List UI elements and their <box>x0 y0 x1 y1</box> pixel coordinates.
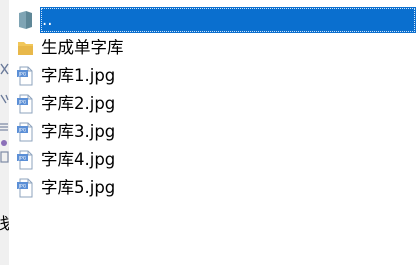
list-item-folder[interactable]: 生成单字库 <box>12 34 416 62</box>
list-item-parent-folder[interactable]: .. <box>12 6 416 34</box>
file-name: .. <box>42 10 53 29</box>
file-name: 字库1.jpg <box>41 66 116 85</box>
file-name: 字库3.jpg <box>41 122 116 141</box>
list-item-file[interactable]: JPG 字库3.jpg <box>12 118 416 146</box>
left-panel-edge: 栈 <box>0 0 9 265</box>
svg-text:JPG: JPG <box>18 156 27 162</box>
svg-text:JPG: JPG <box>18 100 27 106</box>
focus-rectangle <box>41 8 415 32</box>
sort-icon <box>0 94 9 104</box>
file-list[interactable]: .. 生成单字库 JPG 字库1.jpg JPG 字库2.jpg JPG 字库3… <box>12 6 416 265</box>
file-name: 字库5.jpg <box>41 178 116 197</box>
properties-icon <box>0 151 9 163</box>
jpg-file-icon: JPG <box>17 178 33 198</box>
list-item-file[interactable]: JPG 字库2.jpg <box>12 90 416 118</box>
bullet-icon <box>1 140 7 146</box>
partial-label: 栈 <box>0 214 9 233</box>
svg-text:JPG: JPG <box>18 72 27 78</box>
jpg-file-icon: JPG <box>17 122 33 142</box>
svg-text:JPG: JPG <box>18 184 27 190</box>
list-icon <box>0 123 8 131</box>
file-name: 生成单字库 <box>41 38 124 57</box>
cut-icon <box>0 63 9 75</box>
file-name: 字库2.jpg <box>41 94 116 113</box>
file-name: 字库4.jpg <box>41 150 116 169</box>
list-item-file[interactable]: JPG 字库4.jpg <box>12 146 416 174</box>
jpg-file-icon: JPG <box>17 150 33 170</box>
list-item-file[interactable]: JPG 字库5.jpg <box>12 174 416 202</box>
folder-up-icon <box>19 11 32 29</box>
jpg-file-icon: JPG <box>17 94 33 114</box>
jpg-file-icon: JPG <box>17 66 33 86</box>
folder-icon <box>18 42 33 55</box>
svg-text:JPG: JPG <box>18 128 27 134</box>
list-item-file[interactable]: JPG 字库1.jpg <box>12 62 416 90</box>
